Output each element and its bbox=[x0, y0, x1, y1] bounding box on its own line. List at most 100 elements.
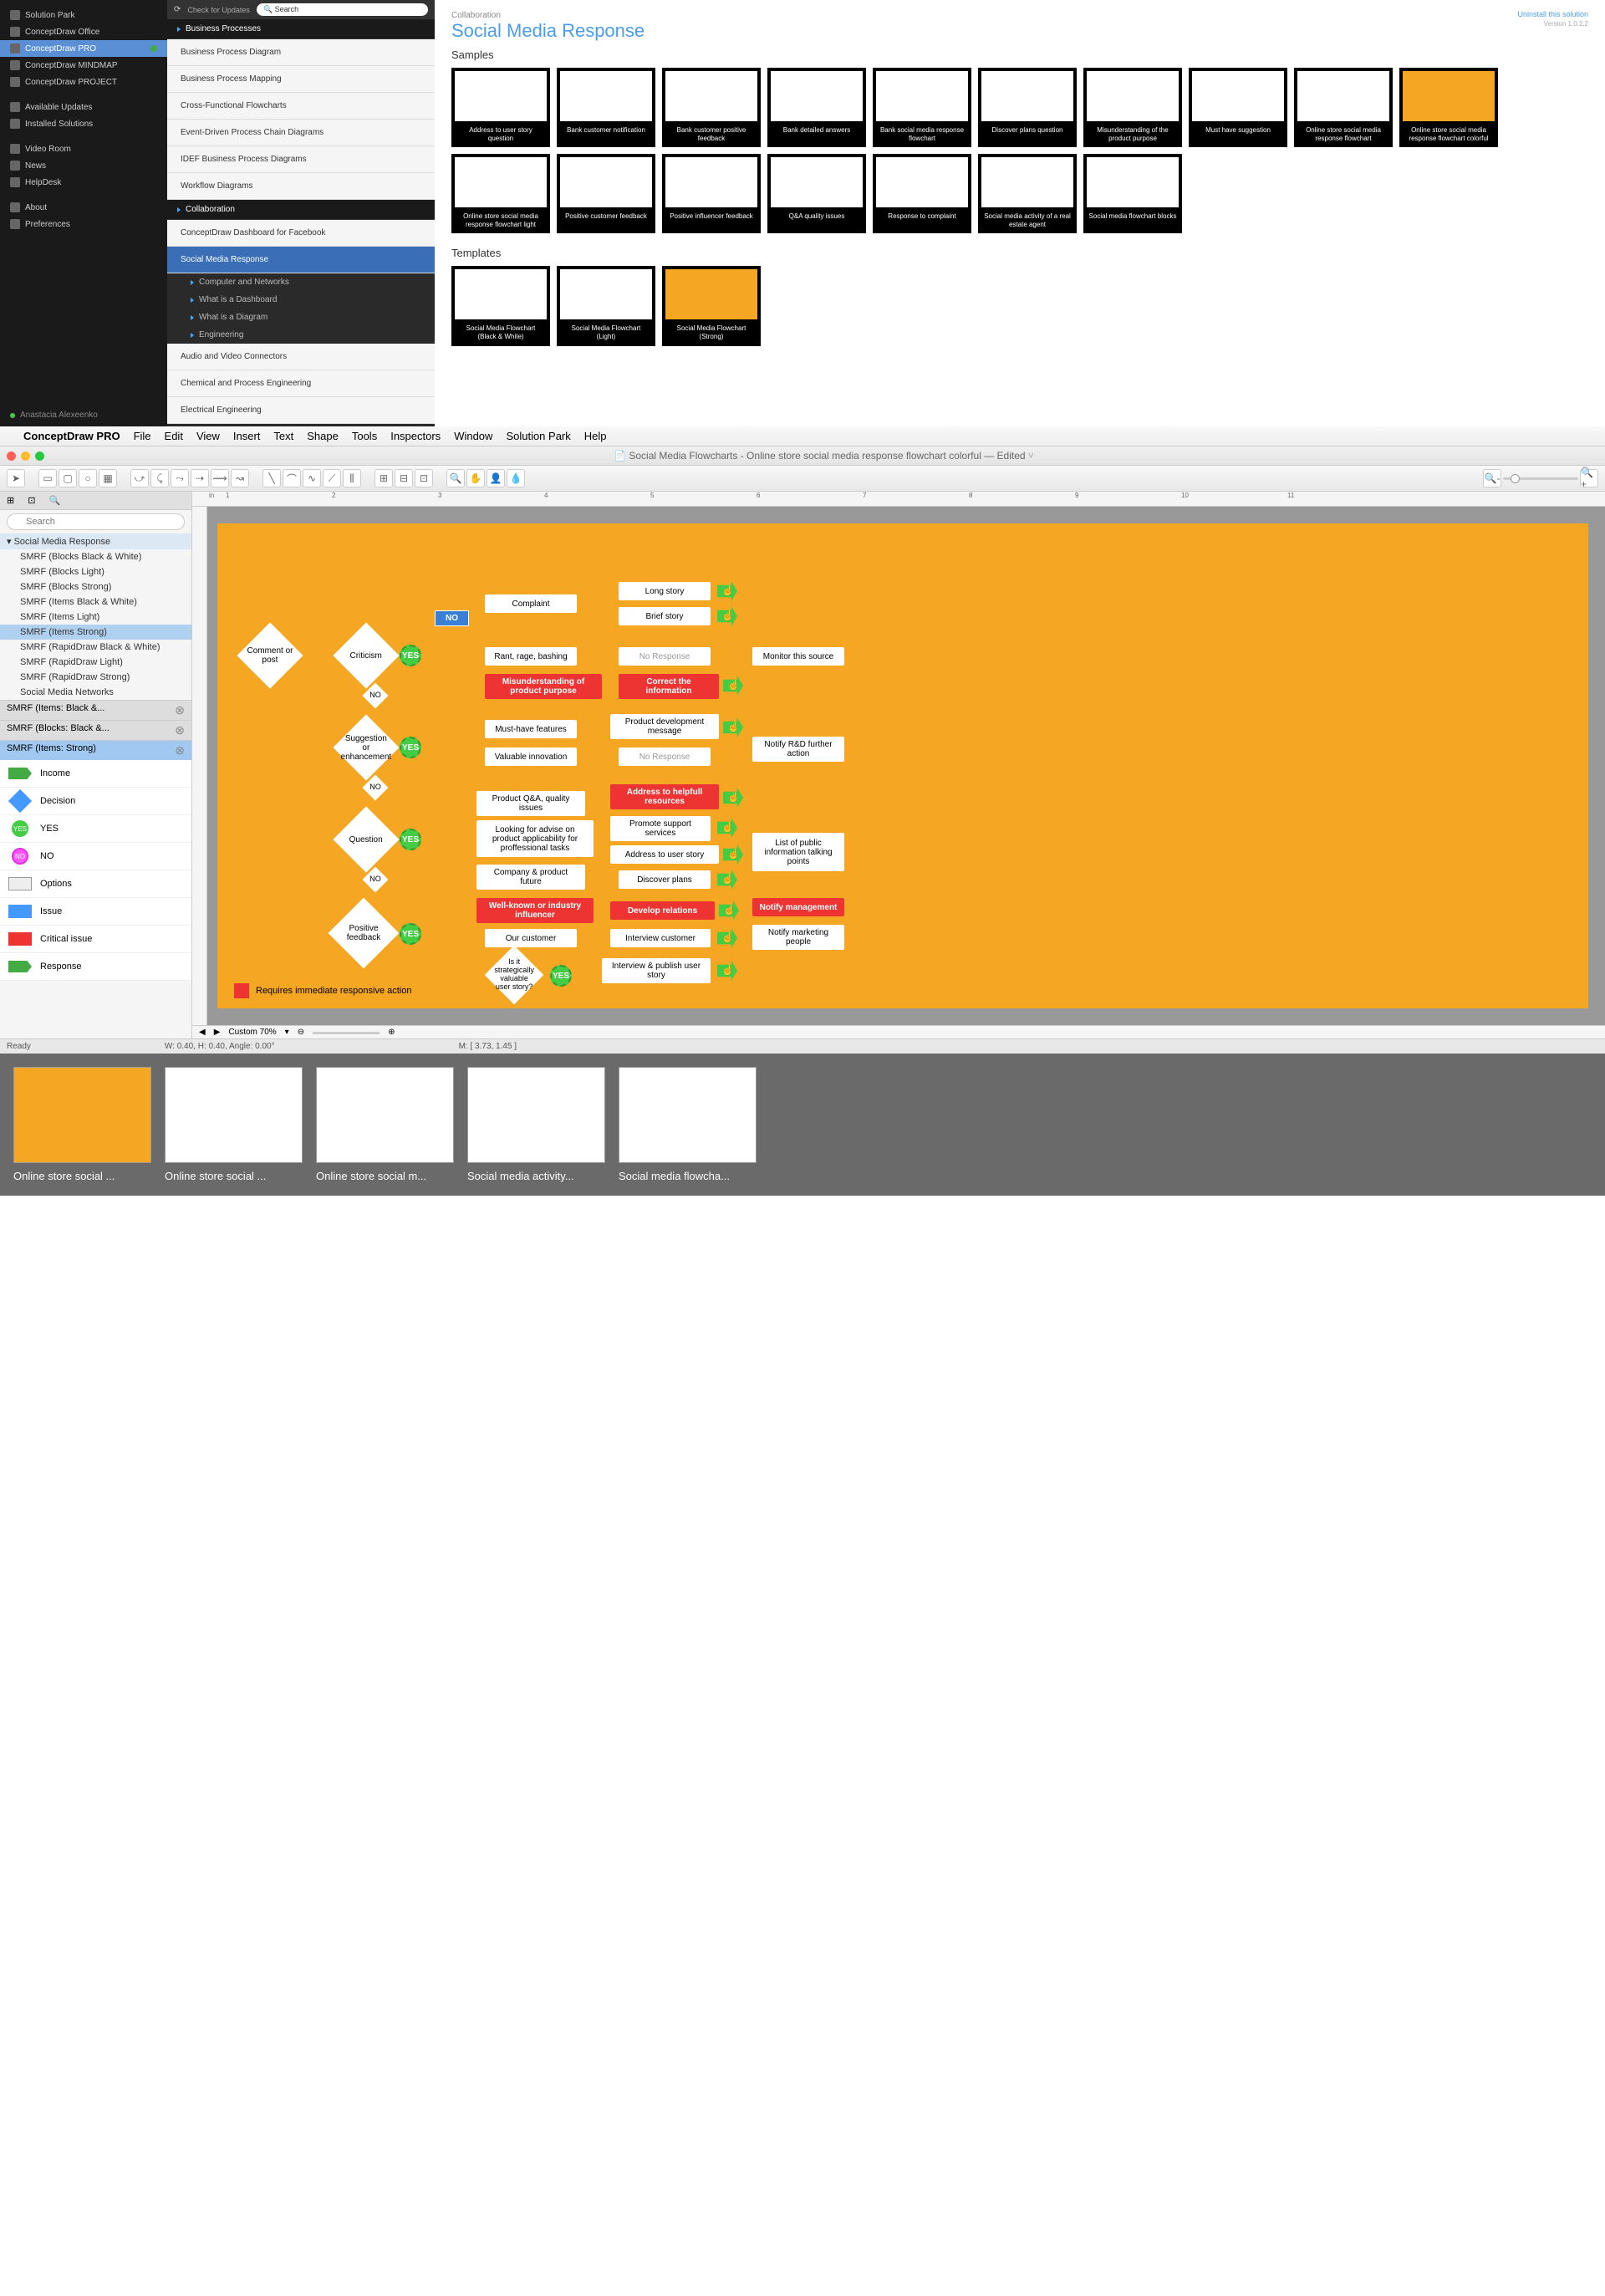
shape-no[interactable]: NONO bbox=[0, 843, 191, 870]
tree-item[interactable]: SMRF (RapidDraw Black & White) bbox=[0, 640, 191, 655]
box-correct[interactable]: Correct the information bbox=[619, 674, 719, 699]
box-complaint[interactable]: Complaint bbox=[485, 594, 577, 613]
box-influencer[interactable]: Well-known or industry influencer bbox=[476, 898, 594, 923]
category-item[interactable]: IDEF Business Process Diagrams bbox=[167, 146, 435, 173]
rounded-tool[interactable]: ▢ bbox=[59, 469, 77, 487]
zoom-out-button[interactable]: 🔍- bbox=[1483, 469, 1501, 487]
text-tool[interactable]: ▦ bbox=[99, 469, 117, 487]
box-interview[interactable]: Interview customer bbox=[610, 929, 711, 947]
yes-badge[interactable]: YES bbox=[400, 645, 421, 666]
arrow-intpub[interactable] bbox=[717, 961, 737, 981]
menu-tools[interactable]: Tools bbox=[352, 430, 377, 442]
close-icon[interactable]: ⊗ bbox=[175, 743, 185, 758]
hand-tool[interactable]: ✋ bbox=[466, 469, 485, 487]
menu-text[interactable]: Text bbox=[273, 430, 293, 442]
ellipse-tool[interactable]: ○ bbox=[79, 469, 97, 487]
thumbnail-card[interactable]: Online store social m... bbox=[316, 1067, 454, 1182]
person-tool[interactable]: 👤 bbox=[487, 469, 505, 487]
yes-badge-2[interactable]: YES bbox=[400, 737, 421, 758]
category-item[interactable]: Collaboration bbox=[167, 200, 435, 220]
connector3-tool[interactable]: ⤳ bbox=[171, 469, 189, 487]
tree-header[interactable]: ▾ Social Media Response bbox=[0, 533, 191, 549]
uninstall-link[interactable]: Uninstall this solution bbox=[1517, 10, 1588, 18]
panel-tab-1[interactable]: ⊞ bbox=[0, 492, 21, 509]
connector2-tool[interactable]: ⤹ bbox=[150, 469, 169, 487]
yes-badge-4[interactable]: YES bbox=[400, 923, 421, 945]
sample-card[interactable]: Positive customer feedback bbox=[557, 154, 655, 233]
product-item[interactable]: Video Room bbox=[0, 140, 167, 157]
sample-card[interactable]: Bank customer notification bbox=[557, 68, 655, 147]
no-badge-floating[interactable]: NO bbox=[435, 610, 469, 626]
tree-item[interactable]: SMRF (Items Black & White) bbox=[0, 594, 191, 610]
arrow-brief[interactable] bbox=[717, 606, 737, 626]
sample-card[interactable]: Misunderstanding of the product purpose bbox=[1083, 68, 1182, 147]
sample-card[interactable]: Social media activity of a real estate a… bbox=[978, 154, 1077, 233]
box-intpub[interactable]: Interview & publish user story bbox=[602, 958, 711, 983]
product-item[interactable]: ConceptDraw PROJECT bbox=[0, 74, 167, 90]
category-item[interactable]: What is a Dashboard bbox=[167, 291, 435, 309]
category-item[interactable]: What is a Diagram bbox=[167, 309, 435, 326]
category-item[interactable]: Business Process Mapping bbox=[167, 66, 435, 93]
box-ourcust[interactable]: Our customer bbox=[485, 929, 577, 947]
node-criticism[interactable]: Criticism bbox=[333, 622, 399, 688]
category-item[interactable]: Event-Driven Process Chain Diagrams bbox=[167, 120, 435, 146]
menu-conceptdraw-pro[interactable]: ConceptDraw PRO bbox=[23, 430, 120, 442]
box-noresp[interactable]: No Response bbox=[619, 647, 711, 666]
category-item[interactable]: Workflow Diagrams bbox=[167, 173, 435, 200]
zoom-in-icon[interactable]: ⊕ bbox=[388, 1028, 395, 1037]
menu-inspectors[interactable]: Inspectors bbox=[390, 430, 441, 442]
sample-card[interactable]: Online store social media response flowc… bbox=[451, 154, 550, 233]
product-item[interactable]: News bbox=[0, 157, 167, 174]
menu-help[interactable]: Help bbox=[584, 430, 607, 442]
sample-card[interactable]: Online store social media response flowc… bbox=[1399, 68, 1498, 147]
product-item[interactable]: Available Updates bbox=[0, 99, 167, 115]
menu-edit[interactable]: Edit bbox=[165, 430, 183, 442]
search-input[interactable]: 🔍 Search bbox=[257, 3, 428, 16]
box-long[interactable]: Long story bbox=[619, 582, 711, 600]
shape-response[interactable]: Response bbox=[0, 953, 191, 981]
connector5-tool[interactable]: ⟿ bbox=[211, 469, 229, 487]
box-brief[interactable]: Brief story bbox=[619, 607, 711, 625]
sample-card[interactable]: Discover plans question bbox=[978, 68, 1077, 147]
arrow-pdmsg[interactable] bbox=[723, 717, 743, 737]
product-item[interactable]: ConceptDraw Office bbox=[0, 23, 167, 40]
arrow-develop[interactable] bbox=[719, 901, 739, 921]
product-item[interactable]: HelpDesk bbox=[0, 174, 167, 191]
sample-card[interactable]: Q&A quality issues bbox=[767, 154, 866, 233]
library-search-input[interactable] bbox=[7, 513, 185, 530]
box-advise[interactable]: Looking for advise on product applicabil… bbox=[476, 820, 594, 857]
thumbnail-card[interactable]: Social media activity... bbox=[467, 1067, 605, 1182]
box-addrus[interactable]: Address to user story bbox=[610, 845, 719, 864]
zoom-out-icon[interactable]: ⊖ bbox=[298, 1028, 304, 1037]
box-notifymkt[interactable]: Notify marketing people bbox=[752, 925, 844, 950]
arrow-interview[interactable] bbox=[717, 928, 737, 948]
box-develop[interactable]: Develop relations bbox=[610, 901, 715, 920]
category-item[interactable]: Engineering bbox=[167, 326, 435, 344]
sample-card[interactable]: Bank social media response flowchart bbox=[873, 68, 971, 147]
product-item[interactable]: Installed Solutions bbox=[0, 115, 167, 132]
category-item[interactable]: Electrical Engineering bbox=[167, 397, 435, 424]
node-strategic[interactable]: Is it strategically valuable user story? bbox=[485, 946, 544, 1005]
shape-income[interactable]: Income bbox=[0, 760, 191, 788]
category-item[interactable]: Business Processes bbox=[167, 19, 435, 39]
arc-tool[interactable]: ⌒ bbox=[283, 469, 301, 487]
tree-item[interactable]: Social Media Networks bbox=[0, 685, 191, 700]
menu-solution-park[interactable]: Solution Park bbox=[506, 430, 570, 442]
sample-card[interactable]: Response to complaint bbox=[873, 154, 971, 233]
group-tool[interactable]: ⊞ bbox=[374, 469, 393, 487]
menu-bar[interactable]: ConceptDraw PROFileEditViewInsertTextSha… bbox=[0, 426, 1605, 446]
yes-badge-5[interactable]: YES bbox=[550, 965, 572, 987]
box-promote[interactable]: Promote support services bbox=[610, 816, 711, 841]
zoom-in-button[interactable]: 🔍+ bbox=[1580, 469, 1598, 487]
flowchart-page[interactable]: Comment or post Criticism YES NO NO Sugg… bbox=[217, 523, 1588, 1008]
node-question[interactable]: Question bbox=[333, 806, 399, 872]
category-item[interactable]: ConceptDraw Dashboard for Facebook bbox=[167, 220, 435, 247]
menu-shape[interactable]: Shape bbox=[307, 430, 339, 442]
category-item[interactable]: Business Process Diagram bbox=[167, 39, 435, 66]
close-icon[interactable]: ⊗ bbox=[175, 703, 185, 717]
tree-item[interactable]: SMRF (RapidDraw Light) bbox=[0, 655, 191, 670]
check-updates-link[interactable]: Check for Updates bbox=[187, 6, 250, 14]
box-pdmsg[interactable]: Product development message bbox=[610, 714, 719, 739]
category-item[interactable]: Social Media Response bbox=[167, 247, 435, 273]
shape-yes[interactable]: YESYES bbox=[0, 815, 191, 843]
